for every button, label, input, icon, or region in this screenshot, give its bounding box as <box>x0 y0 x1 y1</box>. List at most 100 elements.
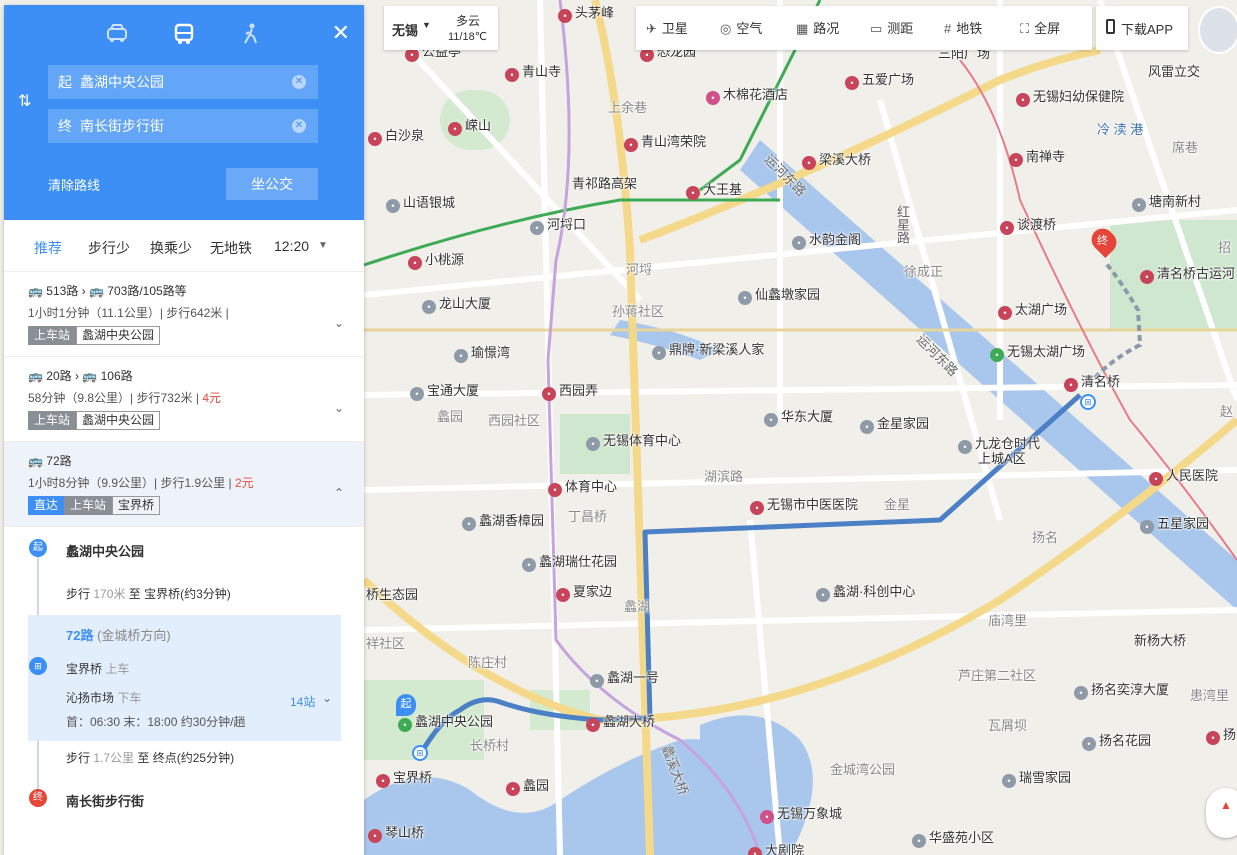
bus-stop-icon[interactable]: ⊞ <box>412 745 428 761</box>
toolbar-fullscreen[interactable]: ⛶ 全屏 <box>1020 18 1060 37</box>
map-label[interactable]: • 扬 <box>1206 727 1236 745</box>
close-icon[interactable]: ✕ <box>332 20 350 46</box>
start-marker-icon[interactable]: 起 <box>396 694 416 716</box>
city-select[interactable]: 无锡 <box>392 20 418 39</box>
map-label[interactable]: • 瑜憬湾 <box>454 345 510 363</box>
route-option[interactable]: 🚌 513路 › 🚌 703路/105路等 1小时1分钟（11.1公里）| 步行… <box>4 272 364 357</box>
map-label[interactable]: • 体育中心 <box>548 479 617 497</box>
tab-recommend[interactable]: 推荐 <box>34 238 62 258</box>
map-label[interactable]: • 蠡园 <box>506 778 549 796</box>
walk-mode-icon[interactable] <box>238 23 264 47</box>
compass-icon[interactable]: ▲ <box>1206 788 1237 838</box>
poi-icon: • <box>860 420 874 434</box>
toolbar-traffic[interactable]: ▦ 路况 <box>796 18 839 37</box>
departure-time-select[interactable]: 12:20 <box>274 238 309 254</box>
tab-less-walk[interactable]: 步行少 <box>88 238 130 258</box>
chevron-up-icon[interactable]: ⌃ <box>334 486 344 500</box>
map-label[interactable]: • 小桃源 <box>408 252 464 270</box>
map-label[interactable]: • 华盛苑小区 <box>912 830 994 848</box>
toolbar-ruler[interactable]: ▭ 测距 <box>870 18 913 37</box>
map-label[interactable]: • 木棉花酒店 <box>706 87 788 105</box>
map-label[interactable]: • 仙蠡墩家园 <box>738 287 820 305</box>
download-app-button[interactable]: 下载APP <box>1096 6 1188 50</box>
map-label[interactable]: • 白沙泉 <box>368 128 424 146</box>
map-label[interactable]: • 大王基 <box>686 182 742 200</box>
map-label[interactable]: • 无锡万象城 <box>760 806 842 824</box>
map-label[interactable]: • 五爱广场 <box>845 72 914 90</box>
toolbar-satellite[interactable]: ✈ 卫星 <box>646 18 688 37</box>
map-label[interactable]: • 夏家边 <box>556 584 612 602</box>
toolbar-air[interactable]: ◎ 空气 <box>720 18 762 37</box>
chevron-down-icon[interactable]: ⌄ <box>334 316 344 330</box>
map-label[interactable]: • 蠡湖大桥 <box>586 714 655 732</box>
clear-route-button[interactable]: 清除路线 <box>48 175 100 194</box>
swap-icon[interactable]: ⇅ <box>18 91 31 111</box>
map-label[interactable]: • 青山湾荣院 <box>624 134 706 152</box>
route-line: 513路 <box>46 284 79 298</box>
route-info: 1小时1分钟（11.1公里）| 步行642米 | <box>28 306 229 320</box>
map-label[interactable]: • 扬名奕淳大厦 <box>1074 682 1169 700</box>
map-label[interactable]: • 大剧院 <box>748 843 804 855</box>
map-label[interactable]: • 琴山桥 <box>368 825 424 843</box>
map-label[interactable]: • 西园弄 <box>542 383 598 401</box>
map-label[interactable]: • 南禅寺 <box>1009 149 1065 167</box>
map-label[interactable]: • 蠡湖·科创中心 <box>816 584 915 602</box>
weather-temp: 11/18℃ <box>448 31 488 43</box>
poi-icon: • <box>652 346 666 360</box>
map-label[interactable]: • 塘南新村 <box>1132 194 1201 212</box>
map-label[interactable]: • 蠡湖一号 <box>590 670 659 688</box>
chevron-down-icon[interactable]: ⌄ <box>322 691 332 705</box>
stops-count[interactable]: 14站 <box>290 693 315 710</box>
map-label[interactable]: • 蠡湖中央公园 <box>398 714 493 732</box>
user-avatar[interactable] <box>1198 6 1237 54</box>
end-input[interactable]: 终南长街步行街 ✕ <box>48 109 318 143</box>
ride-bus-button[interactable]: 坐公交 <box>226 168 318 200</box>
bus-icon: 🚌 <box>28 284 43 298</box>
map-label[interactable]: • 无锡市中医医院 <box>750 497 858 515</box>
map-label[interactable]: • 宝界桥 <box>376 770 432 788</box>
map-label[interactable]: • 山语银城 <box>386 195 455 213</box>
chevron-down-icon[interactable]: ⌄ <box>334 401 344 415</box>
map-label[interactable]: • 龙山大厦 <box>422 296 491 314</box>
map-label[interactable]: • 瑞雪家园 <box>1002 770 1071 788</box>
map-label[interactable]: • 蠡湖香樟园 <box>462 513 544 531</box>
poi-icon: • <box>586 437 600 451</box>
bus-line[interactable]: 72路 (金城桥方向) <box>66 625 171 644</box>
clear-end-icon[interactable]: ✕ <box>292 119 306 133</box>
route-line: 106路 <box>100 369 133 383</box>
map-label[interactable]: • 河埒口 <box>530 217 586 235</box>
map-label[interactable]: • 清名桥 <box>1064 374 1120 392</box>
map-label[interactable]: • 鼎牌·新梁溪人家 <box>652 342 764 360</box>
car-mode-icon[interactable] <box>104 23 130 47</box>
weather-widget[interactable]: 无锡 ▼ 多云 11/18℃ <box>384 6 498 50</box>
map-label[interactable]: • 扬名花园 <box>1082 733 1151 751</box>
map-label[interactable]: • 嵘山 <box>448 118 491 136</box>
tab-less-transfer[interactable]: 换乘少 <box>150 238 192 258</box>
map-label[interactable]: • 谈渡桥 <box>1000 217 1056 235</box>
clear-start-icon[interactable]: ✕ <box>292 75 306 89</box>
bus-mode-icon[interactable] <box>171 23 197 47</box>
map-label[interactable]: • 头茅峰 <box>558 5 614 23</box>
map-label[interactable]: • 无锡太湖广场 <box>990 344 1085 362</box>
map-label[interactable]: • 人民医院 <box>1149 468 1218 486</box>
map-label[interactable]: • 水韵金阁 <box>792 232 861 250</box>
map-label[interactable]: • 宝通大厦 <box>410 383 479 401</box>
toolbar-subway[interactable]: # 地铁 <box>944 18 982 37</box>
start-input[interactable]: 起蠡湖中央公园 ✕ <box>48 65 318 99</box>
map-label[interactable]: • 无锡妇幼保健院 <box>1016 89 1124 107</box>
map-label[interactable]: • 金星家园 <box>860 416 929 434</box>
map-label[interactable]: • 五星家园 <box>1140 516 1209 534</box>
bus-stop-icon[interactable]: ⊞ <box>1080 394 1096 410</box>
route-option-selected[interactable]: 🚌 72路 1小时8分钟（9.9公里）| 步行1.9公里 | 2元 直达 上车站宝… <box>4 442 364 527</box>
map-label[interactable]: • 清名桥古运河 <box>1140 266 1235 284</box>
route-option[interactable]: 🚌 20路 › 🚌 106路 58分钟（9.8公里）| 步行732米 | 4元 … <box>4 357 364 442</box>
map-label[interactable]: • 梁溪大桥 <box>802 152 871 170</box>
map-label[interactable]: • 太湖广场 <box>998 302 1067 320</box>
map-label[interactable]: • 蠡湖瑞仕花园 <box>522 554 617 572</box>
detail-end: 南长街步行街 <box>66 794 145 809</box>
map-label[interactable]: • 华东大厦 <box>764 409 833 427</box>
poi-icon: • <box>542 387 556 401</box>
map-label[interactable]: • 青山寺 <box>505 64 561 82</box>
map-label[interactable]: • 无锡体育中心 <box>586 433 681 451</box>
tab-no-subway[interactable]: 无地铁 <box>210 238 252 258</box>
